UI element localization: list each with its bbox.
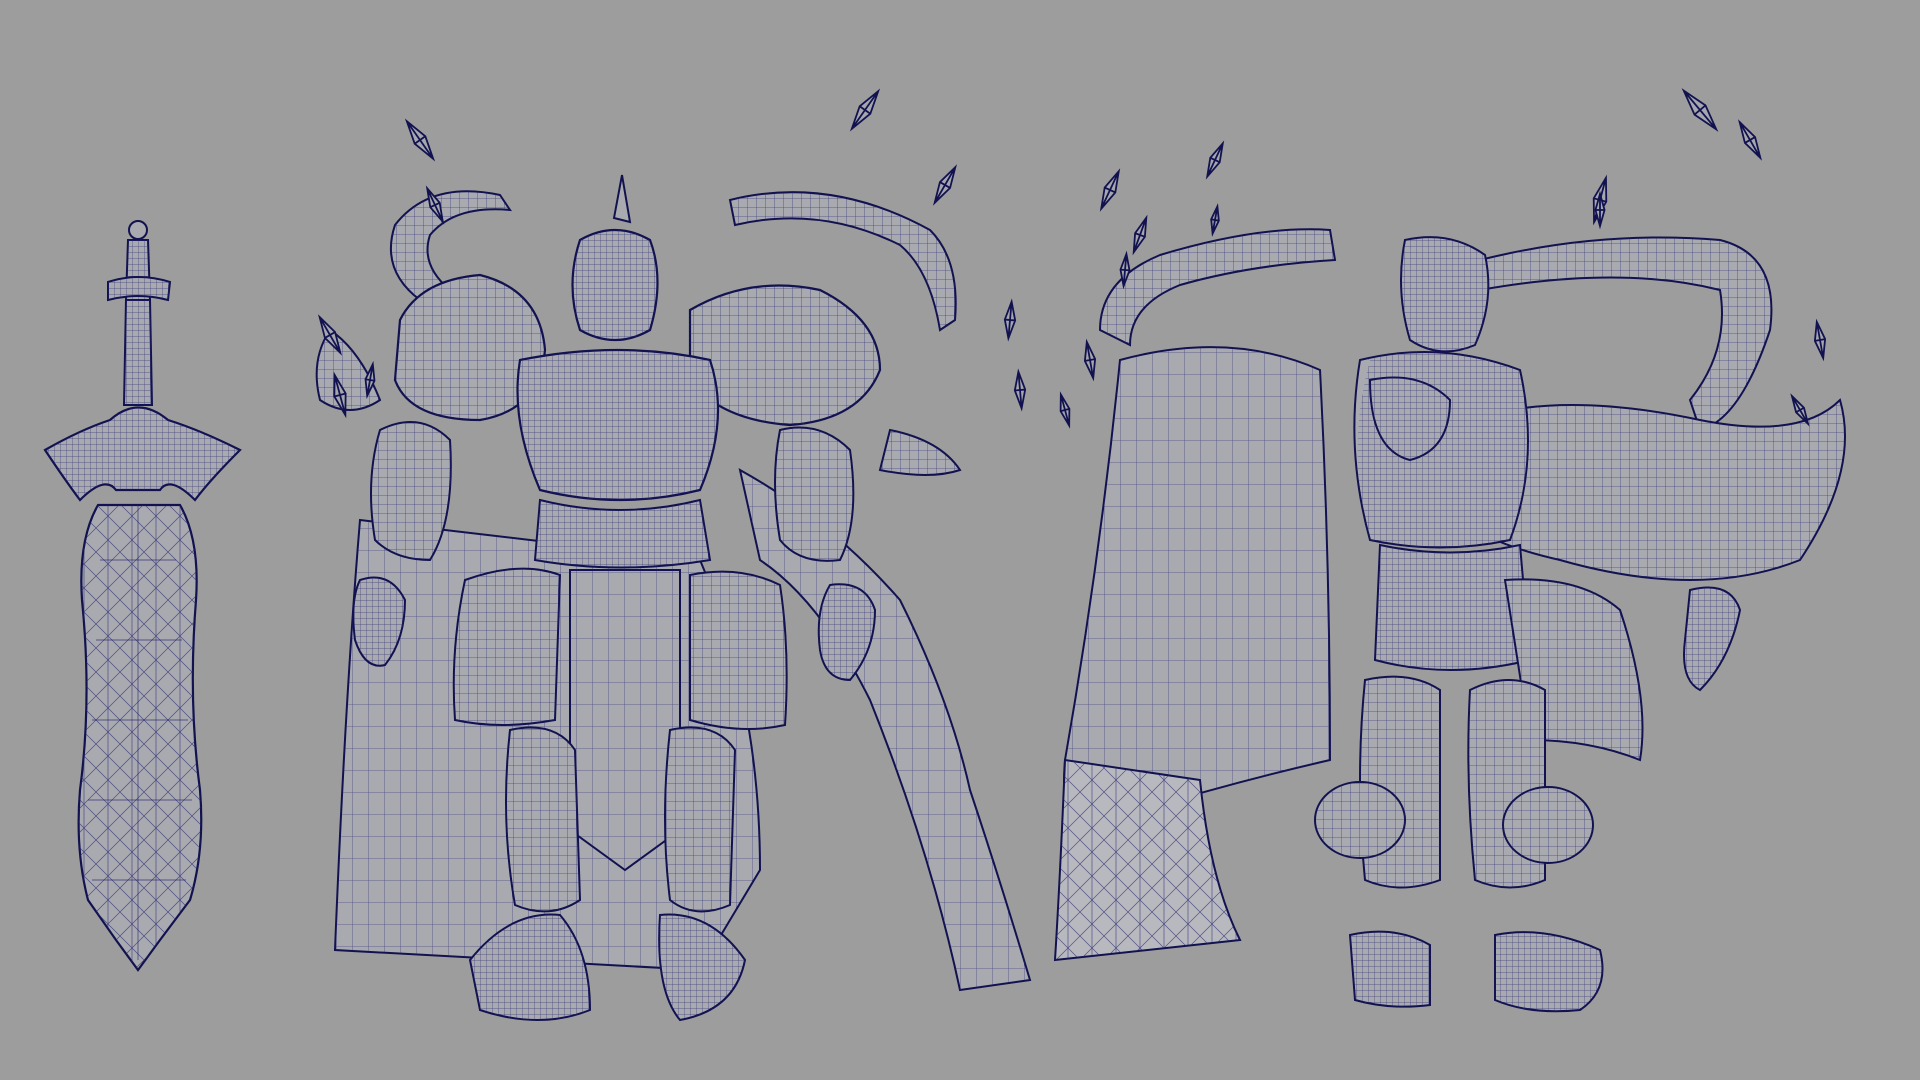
crystal-shard-icon <box>1132 214 1148 256</box>
crystal-shard-icon <box>932 164 958 206</box>
crystal-shard-icon <box>1099 168 1121 212</box>
crystal-shard-icon <box>1083 338 1097 382</box>
crystal-shard-icon <box>849 88 881 132</box>
crystal-shard-icon <box>1737 119 1763 161</box>
crystal-shard-icon <box>1210 203 1220 237</box>
crystal-shard-icon <box>1681 88 1719 132</box>
crystal-shard-icon <box>1003 298 1017 342</box>
wireframe-viewport[interactable] <box>0 0 1920 1080</box>
crystal-shard-icon <box>404 118 436 162</box>
knight-back-model[interactable] <box>1053 228 1846 1013</box>
crystal-shard-icon <box>1813 318 1827 362</box>
wireframe-canvas <box>43 88 1846 1022</box>
knight-front-model[interactable] <box>315 174 1032 1022</box>
sword-model[interactable] <box>43 220 242 972</box>
crystal-shard-icon <box>1013 368 1027 412</box>
crystal-shard-icon <box>1205 140 1225 180</box>
crystal-shard-icon <box>1059 391 1071 429</box>
